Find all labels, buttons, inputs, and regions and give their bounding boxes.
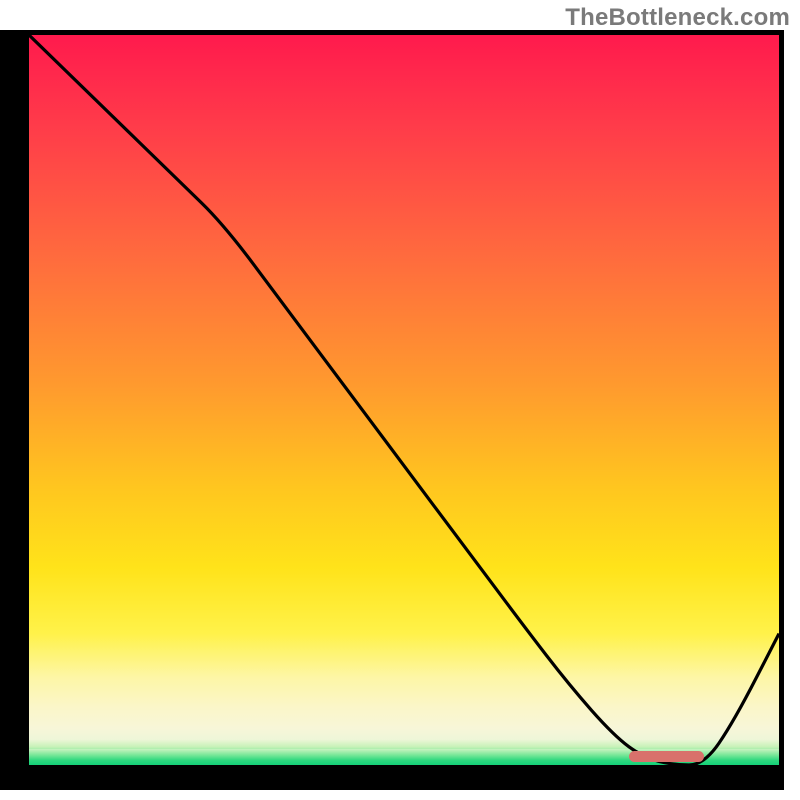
watermark-text: TheBottleneck.com: [565, 4, 790, 32]
frame-top: [24, 30, 784, 35]
frame-right: [779, 30, 784, 790]
chart-stage: TheBottleneck.com: [0, 0, 800, 800]
plot-gradient: [29, 35, 779, 765]
sweet-spot-marker: [629, 751, 704, 762]
frame-bottom: [24, 765, 784, 790]
frame-left: [0, 30, 29, 790]
